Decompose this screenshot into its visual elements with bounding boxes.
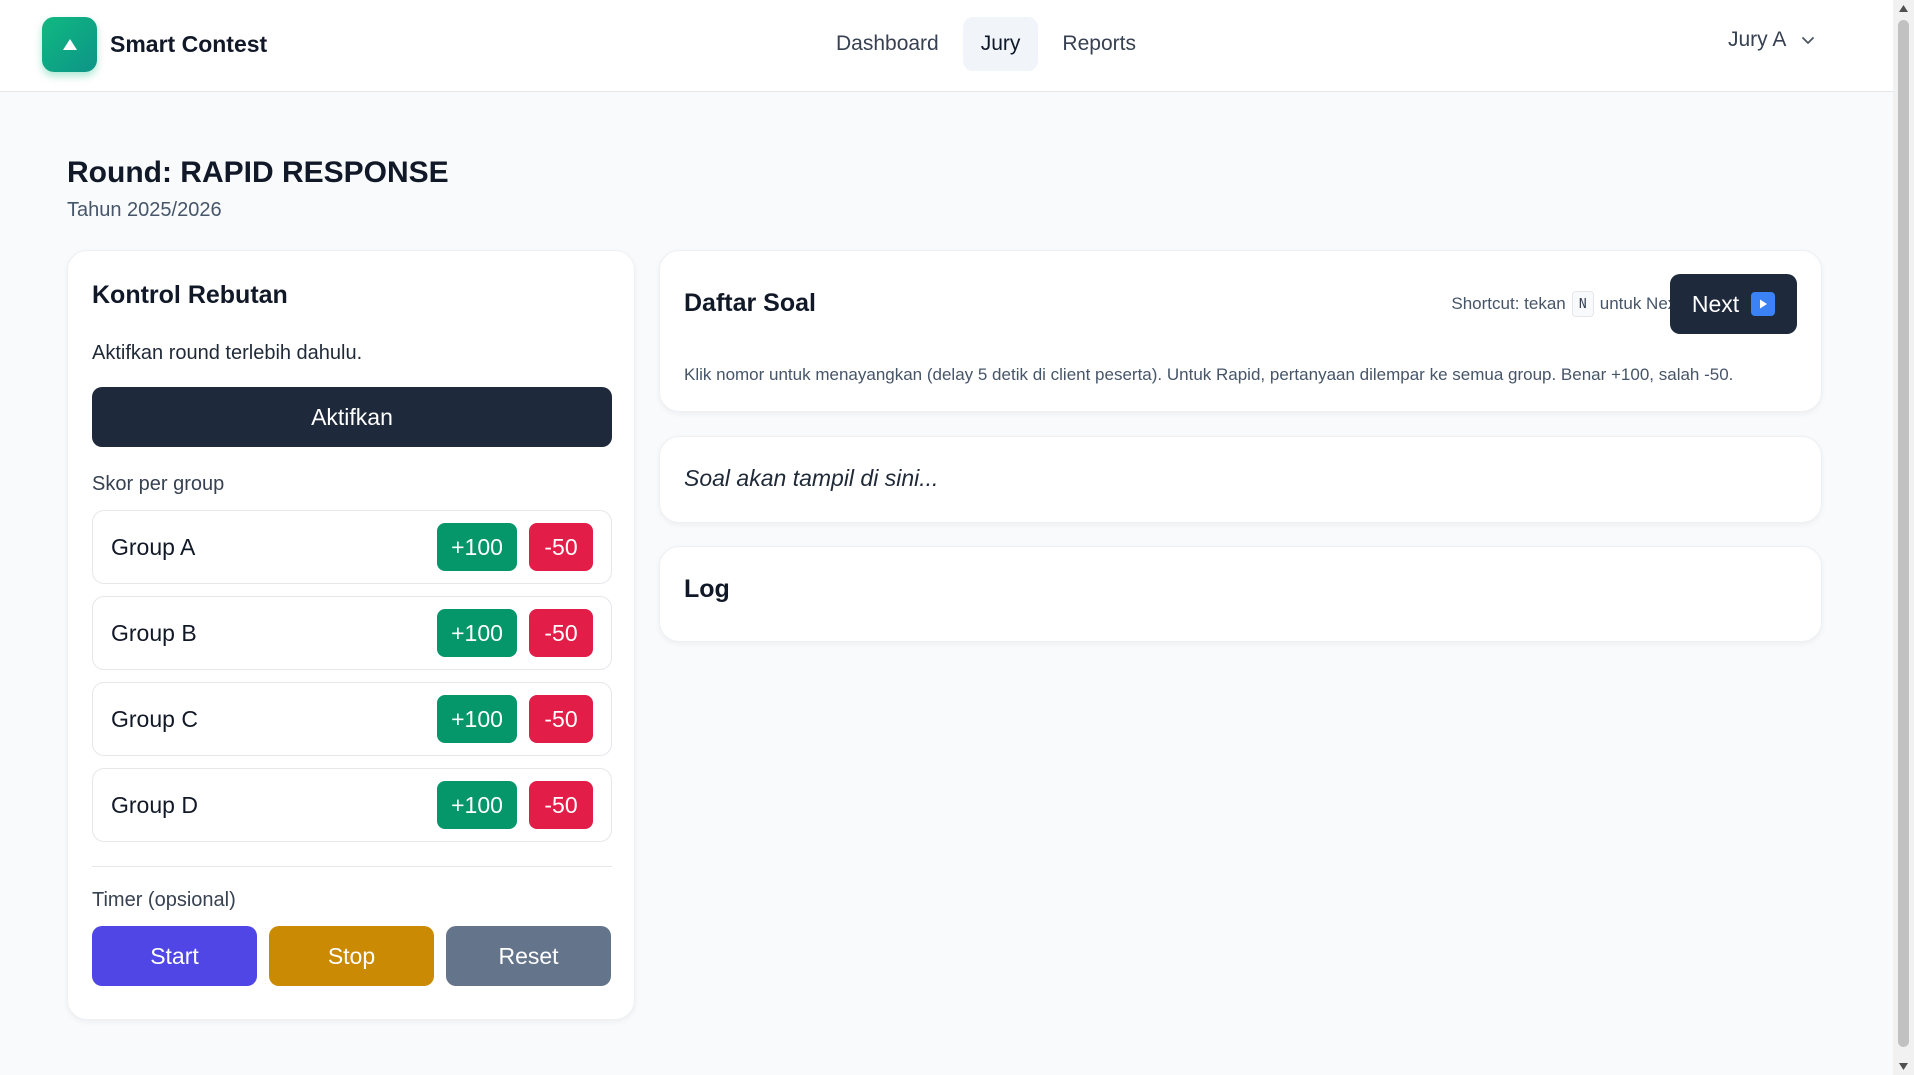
activate-button[interactable]: Aktifkan — [92, 387, 612, 447]
add-score-button[interactable]: +100 — [437, 695, 517, 743]
nav-dashboard[interactable]: Dashboard — [818, 17, 957, 71]
add-score-button[interactable]: +100 — [437, 781, 517, 829]
main-nav: Dashboard Jury Reports — [818, 17, 1154, 71]
divider — [92, 866, 612, 867]
group-row: Group B +100 -50 — [92, 596, 612, 670]
shortcut-prefix: Shortcut: tekan — [1451, 294, 1566, 313]
scroll-down-arrow-icon[interactable] — [1897, 1060, 1910, 1073]
score-section-label: Skor per group — [92, 473, 225, 495]
group-name: Group C — [111, 705, 198, 732]
subtract-score-button[interactable]: -50 — [529, 523, 593, 571]
timer-controls: Start Stop Reset — [92, 926, 612, 986]
timer-stop-button[interactable]: Stop — [269, 926, 434, 986]
scroll-thumb[interactable] — [1898, 20, 1909, 1047]
group-name: Group A — [111, 533, 196, 560]
subtract-score-button[interactable]: -50 — [529, 609, 593, 657]
timer-label: Timer (opsional) — [92, 889, 236, 911]
page-subtitle: Tahun 2025/2026 — [67, 199, 222, 221]
subtract-score-button[interactable]: -50 — [529, 695, 593, 743]
user-name: Jury A — [1728, 28, 1787, 51]
add-score-button[interactable]: +100 — [437, 523, 517, 571]
log-title: Log — [684, 575, 730, 603]
subtract-score-button[interactable]: -50 — [529, 781, 593, 829]
triangle-up-icon — [62, 38, 77, 50]
timer-reset-button[interactable]: Reset — [446, 926, 611, 986]
question-placeholder: Soal akan tampil di sini... — [684, 465, 939, 491]
question-list-title: Daftar Soal — [684, 289, 816, 317]
question-list-description: Klik nomor untuk menayangkan (delay 5 de… — [684, 365, 1734, 384]
group-name: Group D — [111, 791, 198, 818]
control-card-title: Kontrol Rebutan — [92, 281, 288, 309]
chevron-down-icon — [1802, 37, 1815, 44]
app-name: Smart Contest — [110, 31, 268, 57]
shortcut-key: N — [1571, 291, 1594, 317]
group-list: Group A +100 -50 Group B +100 -50 Group … — [92, 510, 612, 842]
question-display-card: Soal akan tampil di sini... — [659, 436, 1822, 523]
question-list-card: Daftar Soal Shortcut: tekan N untuk Next… — [659, 250, 1822, 412]
group-row: Group C +100 -50 — [92, 682, 612, 756]
shortcut-hint: Shortcut: tekan N untuk Next — [1451, 291, 1681, 317]
control-card: Kontrol Rebutan Aktifkan round terlebih … — [67, 250, 635, 1020]
add-score-button[interactable]: +100 — [437, 609, 517, 657]
group-row: Group A +100 -50 — [92, 510, 612, 584]
group-name: Group B — [111, 619, 197, 646]
top-navbar: Smart Contest Dashboard Jury Reports Jur… — [0, 0, 1893, 92]
play-icon — [1751, 292, 1776, 316]
timer-start-button[interactable]: Start — [92, 926, 257, 986]
group-row: Group D +100 -50 — [92, 768, 612, 842]
nav-reports[interactable]: Reports — [1044, 17, 1154, 71]
log-card: Log — [659, 546, 1822, 642]
page-title: Round: RAPID RESPONSE — [67, 156, 449, 189]
next-button[interactable]: Next — [1670, 274, 1797, 334]
brand[interactable]: Smart Contest — [42, 17, 267, 72]
shortcut-suffix: untuk Next — [1599, 294, 1681, 313]
activation-hint: Aktifkan round terlebih dahulu. — [92, 342, 363, 364]
user-menu[interactable]: Jury A — [1728, 28, 1816, 52]
page-scrollbar[interactable] — [1893, 0, 1914, 1075]
nav-jury[interactable]: Jury — [962, 17, 1039, 71]
scroll-up-arrow-icon[interactable] — [1897, 2, 1910, 15]
next-button-label: Next — [1691, 290, 1740, 317]
app-logo — [42, 17, 97, 72]
